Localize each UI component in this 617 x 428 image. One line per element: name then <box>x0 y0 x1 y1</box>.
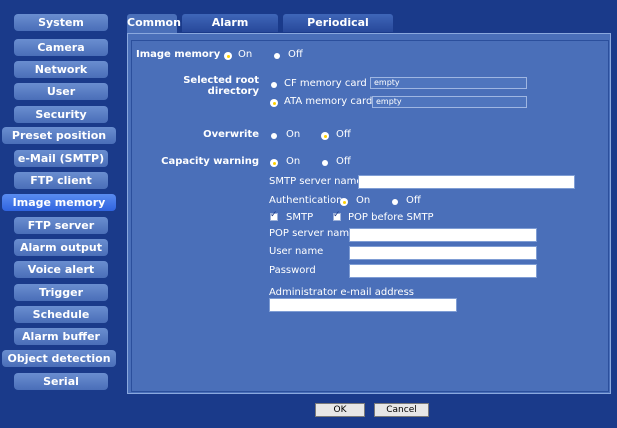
tab-periodical-recording[interactable]: Periodical recording <box>283 14 393 47</box>
sidebar-item-schedule[interactable]: Schedule <box>14 306 108 323</box>
capacity-warning-off-label: Off <box>336 156 351 167</box>
overwrite-on-radio[interactable] <box>271 133 277 139</box>
overwrite-off-label: Off <box>336 129 351 140</box>
image-memory-off-radio[interactable] <box>274 53 280 59</box>
sidebar-item-camera[interactable]: Camera <box>14 39 108 56</box>
admin-email-input[interactable] <box>269 298 457 312</box>
capacity-warning-label: Capacity warning <box>161 156 259 167</box>
smtp-server-name-label: SMTP server name <box>269 176 363 187</box>
admin-email-label: Administrator e-mail address <box>269 287 414 298</box>
sidebar-item-image-memory[interactable]: Image memory <box>2 194 116 211</box>
sidebar-item-user[interactable]: User <box>14 83 108 100</box>
smtp-checkbox[interactable] <box>270 210 278 221</box>
tab-common[interactable]: Common <box>127 14 181 33</box>
smtp-server-name-input[interactable] <box>358 175 575 189</box>
pop-before-smtp-label: POP before SMTP <box>348 212 434 223</box>
root-directory-label-line1: Selected root <box>183 75 259 86</box>
cf-memory-card-status: empty <box>370 77 527 89</box>
authentication-label: Authentication <box>269 195 343 206</box>
pop-server-name-label: POP server name <box>269 228 356 239</box>
ata-memory-card-status: empty <box>372 96 527 108</box>
authentication-on-radio[interactable] <box>341 199 347 205</box>
authentication-off-label: Off <box>406 195 421 206</box>
cancel-button[interactable]: Cancel <box>374 403 429 417</box>
pop-before-smtp-checkbox[interactable] <box>333 210 341 221</box>
capacity-warning-on-radio[interactable] <box>271 160 277 166</box>
sidebar-item-network[interactable]: Network <box>14 61 108 78</box>
image-memory-on-label: On <box>238 49 253 60</box>
sidebar-item-alarm-output[interactable]: Alarm output <box>14 239 108 256</box>
cf-memory-card-radio[interactable] <box>271 82 277 88</box>
user-name-label: User name <box>269 246 324 257</box>
password-label: Password <box>269 265 316 276</box>
tab-alarm-recording[interactable]: Alarm recording <box>182 14 278 47</box>
sidebar-item-ftp-client[interactable]: FTP client <box>14 172 108 189</box>
sidebar-item-security[interactable]: Security <box>14 106 108 123</box>
root-directory-label-line2: directory <box>207 86 259 97</box>
ata-memory-card-radio[interactable] <box>271 100 277 106</box>
image-memory-off-label: Off <box>288 49 303 60</box>
sidebar-item-voice-alert[interactable]: Voice alert <box>14 261 108 278</box>
image-memory-label: Image memory <box>136 49 221 60</box>
sidebar-item-preset-position[interactable]: Preset position <box>2 127 116 144</box>
capacity-warning-off-radio[interactable] <box>322 160 328 166</box>
overwrite-off-radio[interactable] <box>322 133 328 139</box>
overwrite-on-label: On <box>286 129 301 140</box>
image-memory-on-radio[interactable] <box>225 53 231 59</box>
sidebar-item-email-smtp[interactable]: e-Mail (SMTP) <box>14 150 108 167</box>
authentication-on-label: On <box>356 195 371 206</box>
password-input[interactable] <box>349 264 537 278</box>
sidebar-item-ftp-server[interactable]: FTP server <box>14 217 108 234</box>
overwrite-label: Overwrite <box>203 129 259 140</box>
ok-button[interactable]: OK <box>315 403 365 417</box>
smtp-checkbox-label: SMTP <box>286 212 314 223</box>
sidebar-item-system[interactable]: System <box>14 14 108 31</box>
sidebar-item-object-detection[interactable]: Object detection <box>2 350 116 367</box>
sidebar-item-serial[interactable]: Serial <box>14 373 108 390</box>
ata-memory-card-label: ATA memory card <box>284 96 373 107</box>
capacity-warning-on-label: On <box>286 156 301 167</box>
sidebar-item-trigger[interactable]: Trigger <box>14 284 108 301</box>
sidebar-item-alarm-buffer[interactable]: Alarm buffer <box>14 328 108 345</box>
authentication-off-radio[interactable] <box>392 199 398 205</box>
user-name-input[interactable] <box>349 246 537 260</box>
cf-memory-card-label: CF memory card <box>284 78 367 89</box>
pop-server-name-input[interactable] <box>349 228 537 242</box>
